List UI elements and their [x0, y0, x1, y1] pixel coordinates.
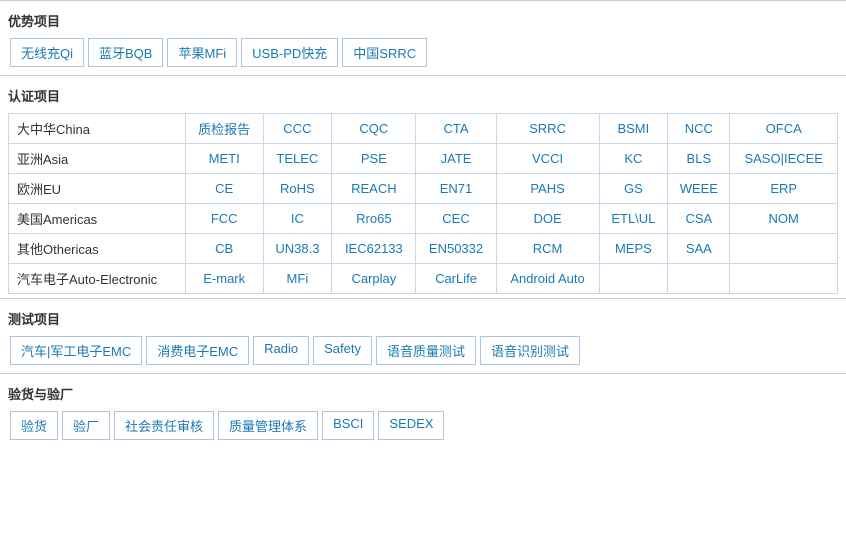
cert-tag[interactable]: PSE: [332, 144, 416, 174]
cert-row: 亚洲AsiaMETITELECPSEJATEVCCIKCBLSSASO|IECE…: [9, 144, 838, 174]
cert-tag[interactable]: EN50332: [416, 234, 496, 264]
certifications-section: 认证项目 大中华China质检报告CCCCQCCTASRRCBSMINCCOFC…: [0, 75, 846, 298]
cert-tag[interactable]: CCC: [263, 114, 332, 144]
cert-tag: [730, 264, 838, 294]
cert-tag[interactable]: FCC: [185, 204, 263, 234]
testing-tag[interactable]: 语音质量测试: [376, 336, 476, 365]
cert-tag[interactable]: UN38.3: [263, 234, 332, 264]
testing-tag[interactable]: Safety: [313, 336, 372, 365]
cert-tag[interactable]: METI: [185, 144, 263, 174]
cert-row: 其他OthericasCBUN38.3IEC62133EN50332RCMMEP…: [9, 234, 838, 264]
cert-tag[interactable]: CE: [185, 174, 263, 204]
inspection-tag[interactable]: 验货: [10, 411, 58, 440]
cert-tag[interactable]: SAA: [668, 234, 730, 264]
cert-row-label: 大中华China: [9, 114, 186, 144]
inspection-tag[interactable]: 验厂: [62, 411, 110, 440]
advantages-title: 优势项目: [8, 7, 838, 36]
inspection-tag[interactable]: 社会责任审核: [114, 411, 214, 440]
cert-tag[interactable]: OFCA: [730, 114, 838, 144]
advantage-tag[interactable]: 苹果MFi: [167, 38, 237, 67]
cert-tag[interactable]: NOM: [730, 204, 838, 234]
cert-row: 美国AmericasFCCICRro65CECDOEETL\ULCSANOM: [9, 204, 838, 234]
cert-tag[interactable]: E-mark: [185, 264, 263, 294]
cert-row-label: 欧洲EU: [9, 174, 186, 204]
inspection-section: 验货与验厂 验货验厂社会责任审核质量管理体系BSCISEDEX: [0, 373, 846, 448]
cert-tag[interactable]: RoHS: [263, 174, 332, 204]
cert-tag[interactable]: VCCI: [496, 144, 599, 174]
cert-tag[interactable]: CQC: [332, 114, 416, 144]
inspection-title: 验货与验厂: [8, 380, 838, 409]
cert-row: 汽车电子Auto-ElectronicE-markMFiCarplayCarLi…: [9, 264, 838, 294]
testing-tags: 汽车|军工电子EMC消费电子EMCRadioSafety语音质量测试语音识别测试: [8, 334, 838, 367]
testing-tag[interactable]: Radio: [253, 336, 309, 365]
cert-table: 大中华China质检报告CCCCQCCTASRRCBSMINCCOFCA亚洲As…: [8, 113, 838, 294]
cert-row-label: 其他Othericas: [9, 234, 186, 264]
cert-tag[interactable]: CarLife: [416, 264, 496, 294]
inspection-tag[interactable]: BSCI: [322, 411, 374, 440]
cert-row-label: 美国Americas: [9, 204, 186, 234]
cert-tag[interactable]: Carplay: [332, 264, 416, 294]
cert-tag[interactable]: Android Auto: [496, 264, 599, 294]
cert-tag[interactable]: CSA: [668, 204, 730, 234]
advantage-tag[interactable]: 蓝牙BQB: [88, 38, 163, 67]
cert-row-label: 汽车电子Auto-Electronic: [9, 264, 186, 294]
testing-tag[interactable]: 汽车|军工电子EMC: [10, 336, 142, 365]
cert-row: 欧洲EUCERoHSREACHEN71PAHSGSWEEEERP: [9, 174, 838, 204]
cert-tag[interactable]: CEC: [416, 204, 496, 234]
advantages-tags: 无线充Qi蓝牙BQB苹果MFiUSB-PD快充中国SRRC: [8, 36, 838, 69]
inspection-tag[interactable]: SEDEX: [378, 411, 444, 440]
cert-tag[interactable]: IC: [263, 204, 332, 234]
cert-tag[interactable]: MFi: [263, 264, 332, 294]
inspection-tag[interactable]: 质量管理体系: [218, 411, 318, 440]
testing-title: 测试项目: [8, 305, 838, 334]
cert-tag[interactable]: CB: [185, 234, 263, 264]
cert-tag[interactable]: WEEE: [668, 174, 730, 204]
testing-section: 测试项目 汽车|军工电子EMC消费电子EMCRadioSafety语音质量测试语…: [0, 298, 846, 373]
cert-tag[interactable]: ETL\UL: [599, 204, 668, 234]
cert-tag[interactable]: NCC: [668, 114, 730, 144]
cert-tag[interactable]: IEC62133: [332, 234, 416, 264]
cert-tag[interactable]: 质检报告: [185, 114, 263, 144]
cert-tag[interactable]: SASO|IECEE: [730, 144, 838, 174]
inspection-tags: 验货验厂社会责任审核质量管理体系BSCISEDEX: [8, 409, 838, 442]
cert-row: 大中华China质检报告CCCCQCCTASRRCBSMINCCOFCA: [9, 114, 838, 144]
cert-tag[interactable]: MEPS: [599, 234, 668, 264]
testing-tag[interactable]: 语音识别测试: [480, 336, 580, 365]
cert-row-label: 亚洲Asia: [9, 144, 186, 174]
advantages-section: 优势项目 无线充Qi蓝牙BQB苹果MFiUSB-PD快充中国SRRC: [0, 0, 846, 75]
cert-tag: [599, 264, 668, 294]
cert-tag[interactable]: GS: [599, 174, 668, 204]
cert-tag[interactable]: SRRC: [496, 114, 599, 144]
cert-tag: [730, 234, 838, 264]
advantage-tag[interactable]: 无线充Qi: [10, 38, 84, 67]
testing-tag[interactable]: 消费电子EMC: [146, 336, 249, 365]
cert-tag[interactable]: BSMI: [599, 114, 668, 144]
cert-tag[interactable]: CTA: [416, 114, 496, 144]
cert-tag[interactable]: JATE: [416, 144, 496, 174]
certifications-title: 认证项目: [8, 82, 838, 111]
cert-tag[interactable]: KC: [599, 144, 668, 174]
cert-tag[interactable]: BLS: [668, 144, 730, 174]
cert-tag[interactable]: EN71: [416, 174, 496, 204]
advantage-tag[interactable]: USB-PD快充: [241, 38, 338, 67]
cert-tag: [668, 264, 730, 294]
cert-tag[interactable]: DOE: [496, 204, 599, 234]
cert-tag[interactable]: ERP: [730, 174, 838, 204]
cert-tag[interactable]: RCM: [496, 234, 599, 264]
cert-tag[interactable]: TELEC: [263, 144, 332, 174]
advantage-tag[interactable]: 中国SRRC: [342, 38, 427, 67]
cert-tag[interactable]: PAHS: [496, 174, 599, 204]
cert-tag[interactable]: REACH: [332, 174, 416, 204]
cert-tag[interactable]: Rro65: [332, 204, 416, 234]
